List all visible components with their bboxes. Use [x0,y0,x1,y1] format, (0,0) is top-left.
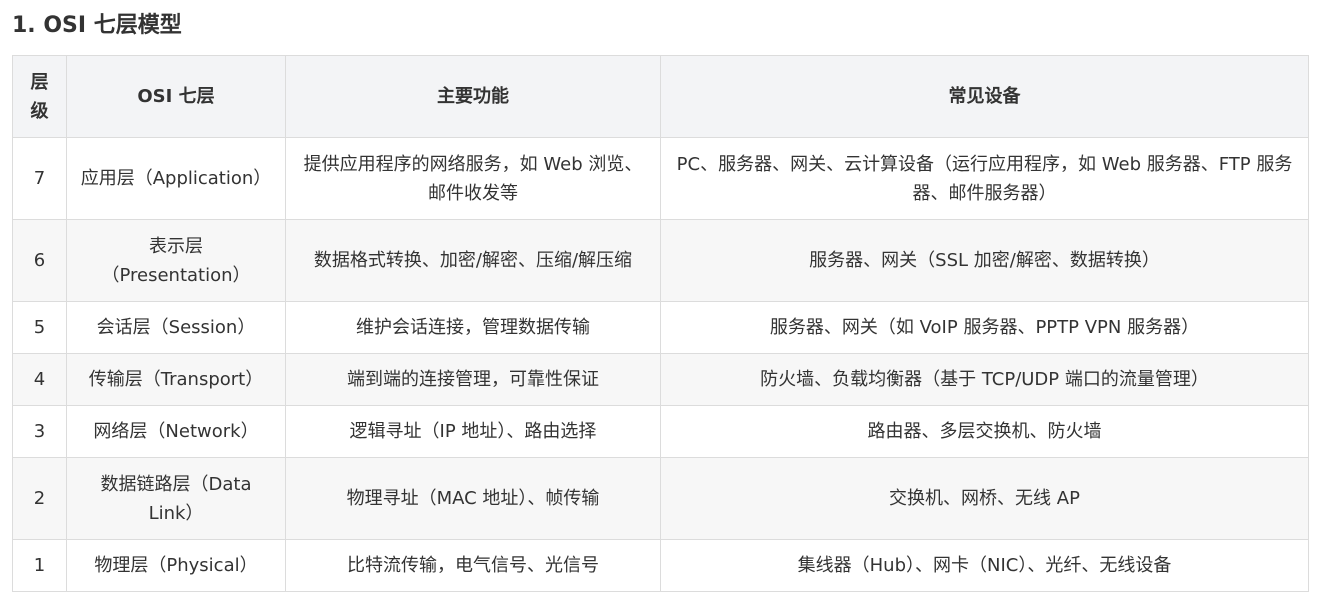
cell-layer: 传输层（Transport） [66,353,286,406]
cell-layer: 表示层（Presentation） [66,219,286,302]
header-row: 层级 OSI 七层 主要功能 常见设备 [12,55,1309,138]
table-row: 7 应用层（Application） 提供应用程序的网络服务，如 Web 浏览、… [12,137,1309,220]
cell-layer: 会话层（Session） [66,301,286,354]
header-function: 主要功能 [285,55,661,138]
table-header: 层级 OSI 七层 主要功能 常见设备 [12,55,1309,138]
cell-function: 维护会话连接，管理数据传输 [285,301,661,354]
cell-level: 7 [12,137,67,220]
cell-devices: 集线器（Hub）、网卡（NIC）、光纤、无线设备 [660,539,1309,592]
section-heading: 1. OSI 七层模型 [12,13,182,38]
cell-devices: PC、服务器、网关、云计算设备（运行应用程序，如 Web 服务器、FTP 服务器… [660,137,1309,220]
table-row: 1 物理层（Physical） 比特流传输，电气信号、光信号 集线器（Hub）、… [12,539,1309,592]
cell-function: 逻辑寻址（IP 地址）、路由选择 [285,405,661,458]
header-level: 层级 [12,55,67,138]
cell-level: 2 [12,457,67,540]
cell-devices: 路由器、多层交换机、防火墙 [660,405,1309,458]
table-row: 6 表示层（Presentation） 数据格式转换、加密/解密、压缩/解压缩 … [12,219,1309,302]
cell-devices: 服务器、网关（如 VoIP 服务器、PPTP VPN 服务器） [660,301,1309,354]
cell-function: 数据格式转换、加密/解密、压缩/解压缩 [285,219,661,302]
table-row: 4 传输层（Transport） 端到端的连接管理，可靠性保证 防火墙、负载均衡… [12,353,1309,406]
table-row: 3 网络层（Network） 逻辑寻址（IP 地址）、路由选择 路由器、多层交换… [12,405,1309,458]
cell-layer: 数据链路层（Data Link） [66,457,286,540]
cell-devices: 服务器、网关（SSL 加密/解密、数据转换） [660,219,1309,302]
cell-level: 5 [12,301,67,354]
header-layer: OSI 七层 [66,55,286,138]
table-row: 5 会话层（Session） 维护会话连接，管理数据传输 服务器、网关（如 Vo… [12,301,1309,354]
table-row: 2 数据链路层（Data Link） 物理寻址（MAC 地址）、帧传输 交换机、… [12,457,1309,540]
cell-level: 1 [12,539,67,592]
header-devices: 常见设备 [660,55,1309,138]
cell-function: 比特流传输，电气信号、光信号 [285,539,661,592]
cell-devices: 交换机、网桥、无线 AP [660,457,1309,540]
cell-layer: 网络层（Network） [66,405,286,458]
cell-level: 4 [12,353,67,406]
cell-level: 6 [12,219,67,302]
cell-layer: 物理层（Physical） [66,539,286,592]
cell-function: 提供应用程序的网络服务，如 Web 浏览、邮件收发等 [285,137,661,220]
osi-model-table: 层级 OSI 七层 主要功能 常见设备 7 应用层（Application） 提… [12,55,1309,592]
table-body: 7 应用层（Application） 提供应用程序的网络服务，如 Web 浏览、… [12,137,1309,592]
cell-layer: 应用层（Application） [66,137,286,220]
cell-function: 物理寻址（MAC 地址）、帧传输 [285,457,661,540]
cell-devices: 防火墙、负载均衡器（基于 TCP/UDP 端口的流量管理） [660,353,1309,406]
cell-level: 3 [12,405,67,458]
cell-function: 端到端的连接管理，可靠性保证 [285,353,661,406]
